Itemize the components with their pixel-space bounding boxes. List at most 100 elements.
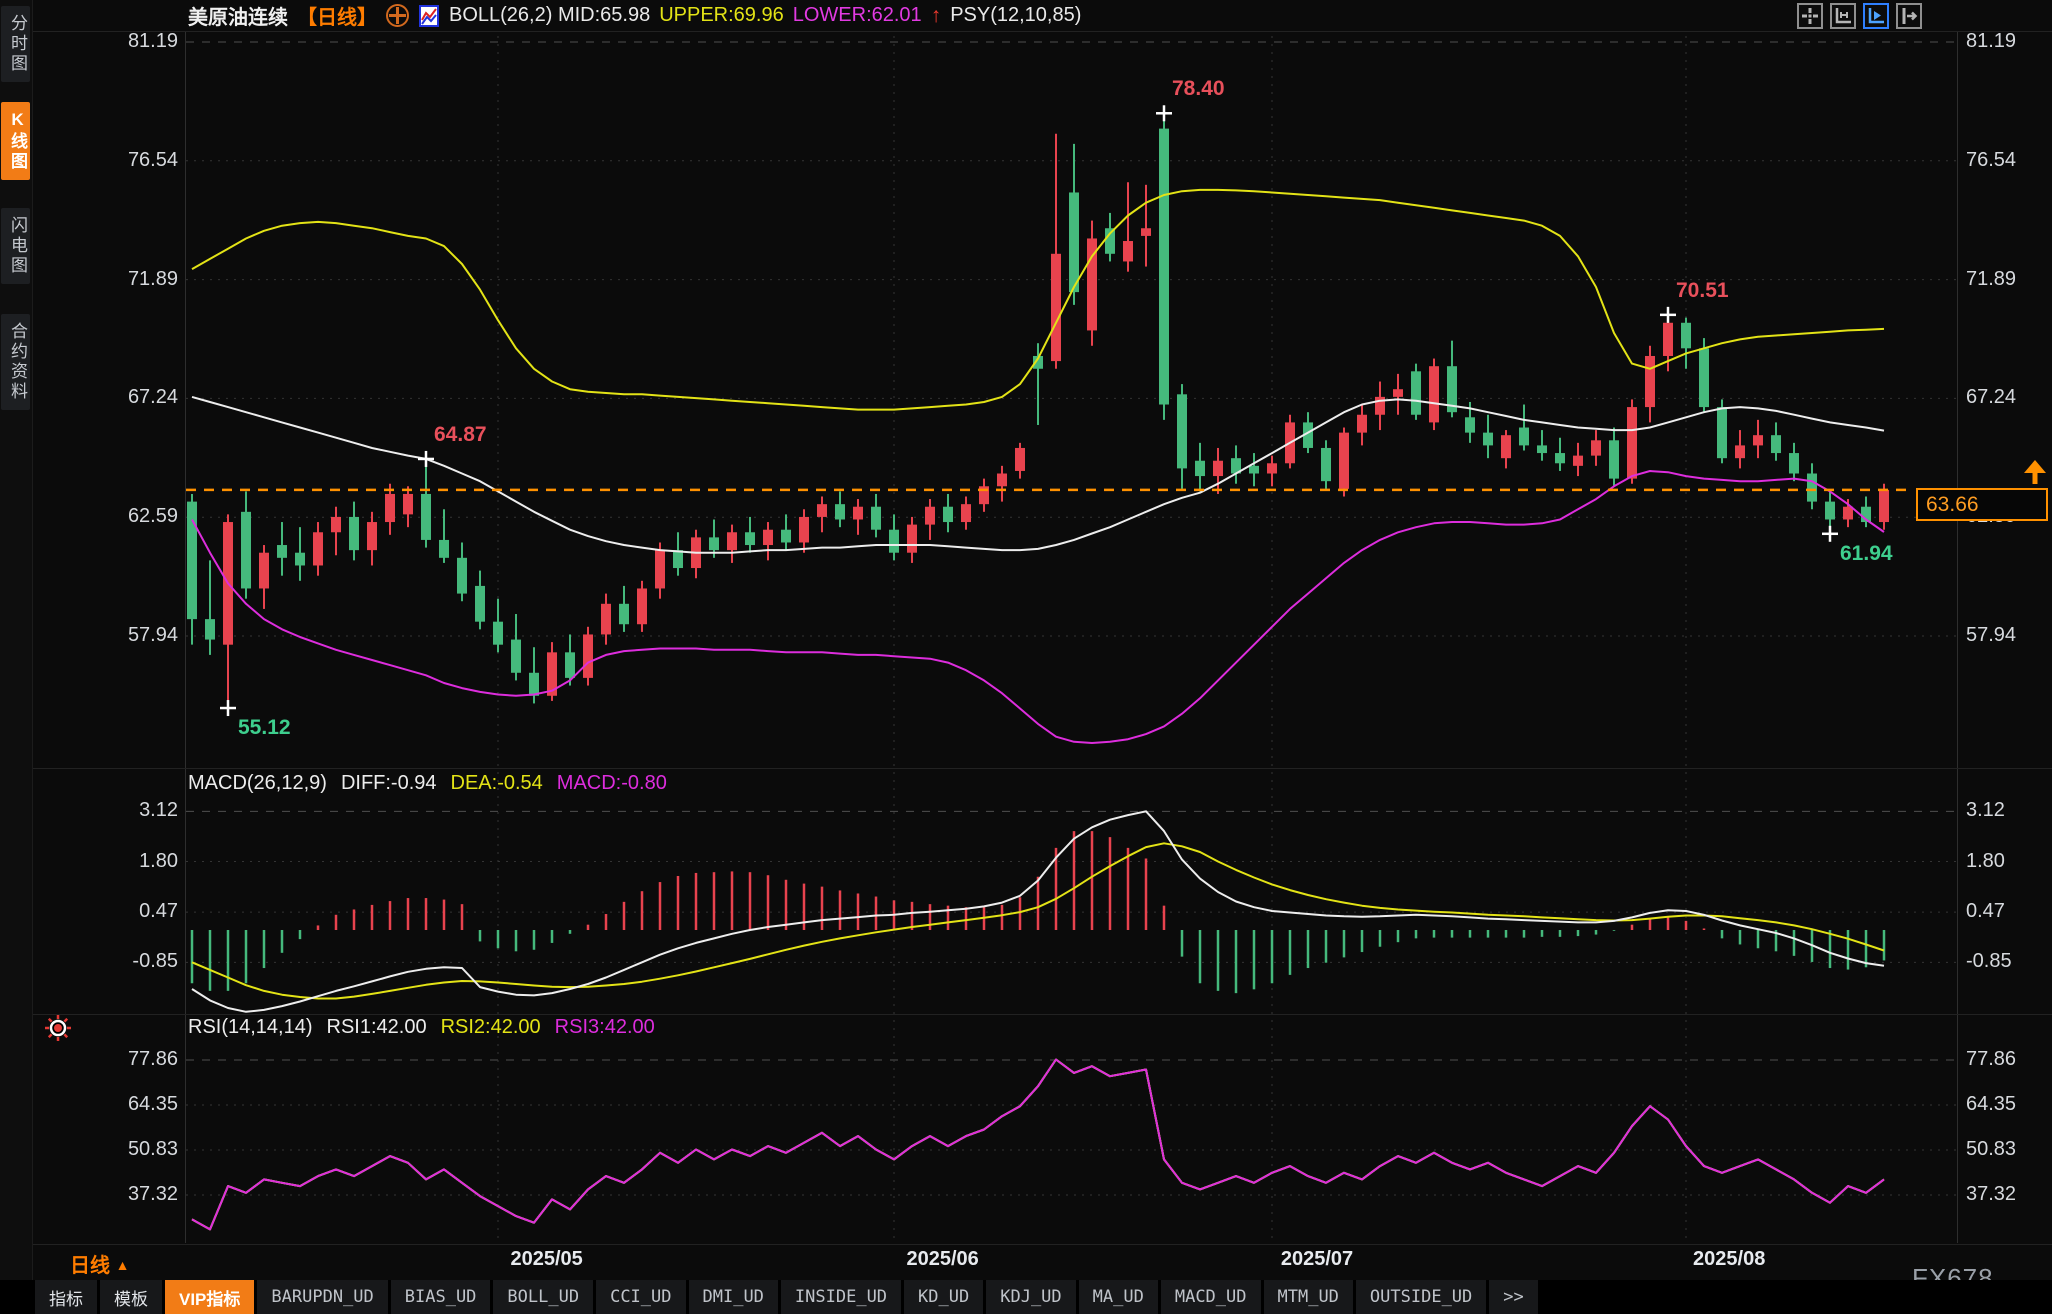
candle [1177, 394, 1187, 468]
candle [1753, 435, 1763, 445]
tab-inside-ud[interactable]: INSIDE_UD [781, 1280, 901, 1314]
rsi-name: RSI(14,14,14) [188, 1016, 313, 1039]
left-sidebar: 分时图 K线图 闪电图 合约资料 [0, 0, 33, 1280]
axis-label: 50.83 [78, 1137, 178, 1161]
candle [1195, 461, 1205, 476]
tab-vip-indicator[interactable]: VIP指标 [165, 1280, 254, 1314]
candle [1501, 435, 1511, 458]
tab-bias-ud[interactable]: BIAS_UD [391, 1280, 491, 1314]
axis-label: 81.19 [78, 29, 178, 53]
candle [1069, 192, 1079, 292]
candle [961, 504, 971, 522]
period-selector[interactable]: 日线 ▲ [70, 1249, 129, 1278]
candle [475, 586, 485, 622]
candle [295, 553, 305, 566]
candle [1393, 389, 1403, 397]
candle [1879, 490, 1889, 522]
macd-diff-value: DIFF:-0.94 [341, 772, 437, 795]
candle [367, 522, 377, 550]
price-extreme-label: 64.87 [434, 423, 487, 447]
axis-label: 67.24 [78, 385, 178, 409]
mini-chart-icon[interactable] [418, 4, 440, 28]
candle [799, 517, 809, 543]
axis-label: 71.89 [1966, 267, 2016, 291]
candle [673, 550, 683, 568]
chart-application: 分时图 K线图 闪电图 合约资料 美原油连续 【日线】 BOLL(26,2) M… [0, 0, 2052, 1314]
tab-barupdn-ud[interactable]: BARUPDN_UD [257, 1280, 387, 1314]
macd-header: MACD(26,12,9) DIFF:-0.94 DEA:-0.54 MACD:… [188, 772, 667, 795]
x-axis-month-label: 2025/05 [510, 1248, 582, 1271]
sidebar-item-timeshare-chart[interactable]: 分时图 [1, 6, 30, 82]
tab-more[interactable]: >> [1489, 1280, 1537, 1314]
axis-play-icon[interactable] [1863, 3, 1889, 29]
tab-macd-ud[interactable]: MACD_UD [1161, 1280, 1261, 1314]
candle [1249, 466, 1259, 474]
exit-right-icon[interactable] [1896, 3, 1922, 29]
candle [835, 504, 845, 519]
candle [1213, 461, 1223, 476]
candle [349, 517, 359, 550]
candle [907, 525, 917, 553]
axis-label: 0.47 [78, 899, 178, 923]
candle [1789, 453, 1799, 473]
candle [1627, 407, 1637, 479]
candle [457, 558, 467, 594]
sidebar-item-lightning-chart[interactable]: 闪电图 [1, 208, 30, 284]
rsi2-value: RSI2:42.00 [441, 1016, 541, 1039]
candle [583, 634, 593, 677]
sidebar-item-kline-chart[interactable]: K线图 [1, 102, 30, 180]
candle [511, 640, 521, 673]
candle [313, 532, 323, 565]
candle [1591, 440, 1601, 455]
axis-label: 64.35 [1966, 1092, 2016, 1116]
tab-kd-ud[interactable]: KD_UD [904, 1280, 983, 1314]
candle [1717, 407, 1727, 458]
tab-cci-ud[interactable]: CCI_UD [596, 1280, 685, 1314]
candle [277, 545, 287, 558]
triangle-up-icon: ▲ [116, 1257, 130, 1273]
crosshair-circle-icon[interactable] [386, 4, 409, 27]
tab-ma-ud[interactable]: MA_UD [1079, 1280, 1158, 1314]
tab-indicator[interactable]: 指标 [35, 1280, 97, 1314]
crosshair-icon[interactable] [1797, 3, 1823, 29]
candle [1771, 435, 1781, 453]
candle [493, 622, 503, 645]
tab-dmi-ud[interactable]: DMI_UD [689, 1280, 778, 1314]
x-axis-month-label: 2025/06 [906, 1248, 978, 1271]
tab-boll-ud[interactable]: BOLL_UD [493, 1280, 593, 1314]
tab-template[interactable]: 模板 [100, 1280, 162, 1314]
candle [1339, 433, 1349, 489]
candle [1843, 507, 1853, 520]
candle [241, 512, 251, 589]
tab-mtm-ud[interactable]: MTM_UD [1264, 1280, 1353, 1314]
macd-macd-value: MACD:-0.80 [557, 772, 667, 795]
axis-label: 37.32 [1966, 1182, 2016, 1206]
axis-label: 50.83 [1966, 1137, 2016, 1161]
candle [709, 537, 719, 550]
alert-dot-icon[interactable] [44, 1014, 72, 1042]
indicator-line [192, 471, 1884, 743]
candle [1573, 456, 1583, 466]
x-axis-month-label: 2025/08 [1693, 1248, 1765, 1271]
macd-dea-value: DEA:-0.54 [451, 772, 543, 795]
candle [1357, 415, 1367, 433]
axis-scale-icon[interactable] [1830, 3, 1856, 29]
candle [205, 619, 215, 639]
tab-outside-ud[interactable]: OUTSIDE_UD [1356, 1280, 1486, 1314]
price-up-pin-icon [2020, 460, 2050, 486]
candle [1411, 371, 1421, 414]
axis-label: 71.89 [78, 267, 178, 291]
candle [1159, 129, 1169, 405]
candle [1465, 417, 1475, 432]
candle [889, 530, 899, 553]
tab-kdj-ud[interactable]: KDJ_UD [986, 1280, 1075, 1314]
axis-label: 76.54 [78, 148, 178, 172]
x-axis-month-label: 2025/07 [1281, 1248, 1353, 1271]
sidebar-item-contract-info[interactable]: 合约资料 [1, 314, 30, 410]
axis-label: 77.86 [1966, 1047, 2016, 1071]
candle [637, 588, 647, 624]
candle [925, 507, 935, 525]
period-tag: 【日线】 [297, 1, 377, 30]
axis-label: 0.47 [1966, 899, 2005, 923]
candle [1267, 463, 1277, 473]
